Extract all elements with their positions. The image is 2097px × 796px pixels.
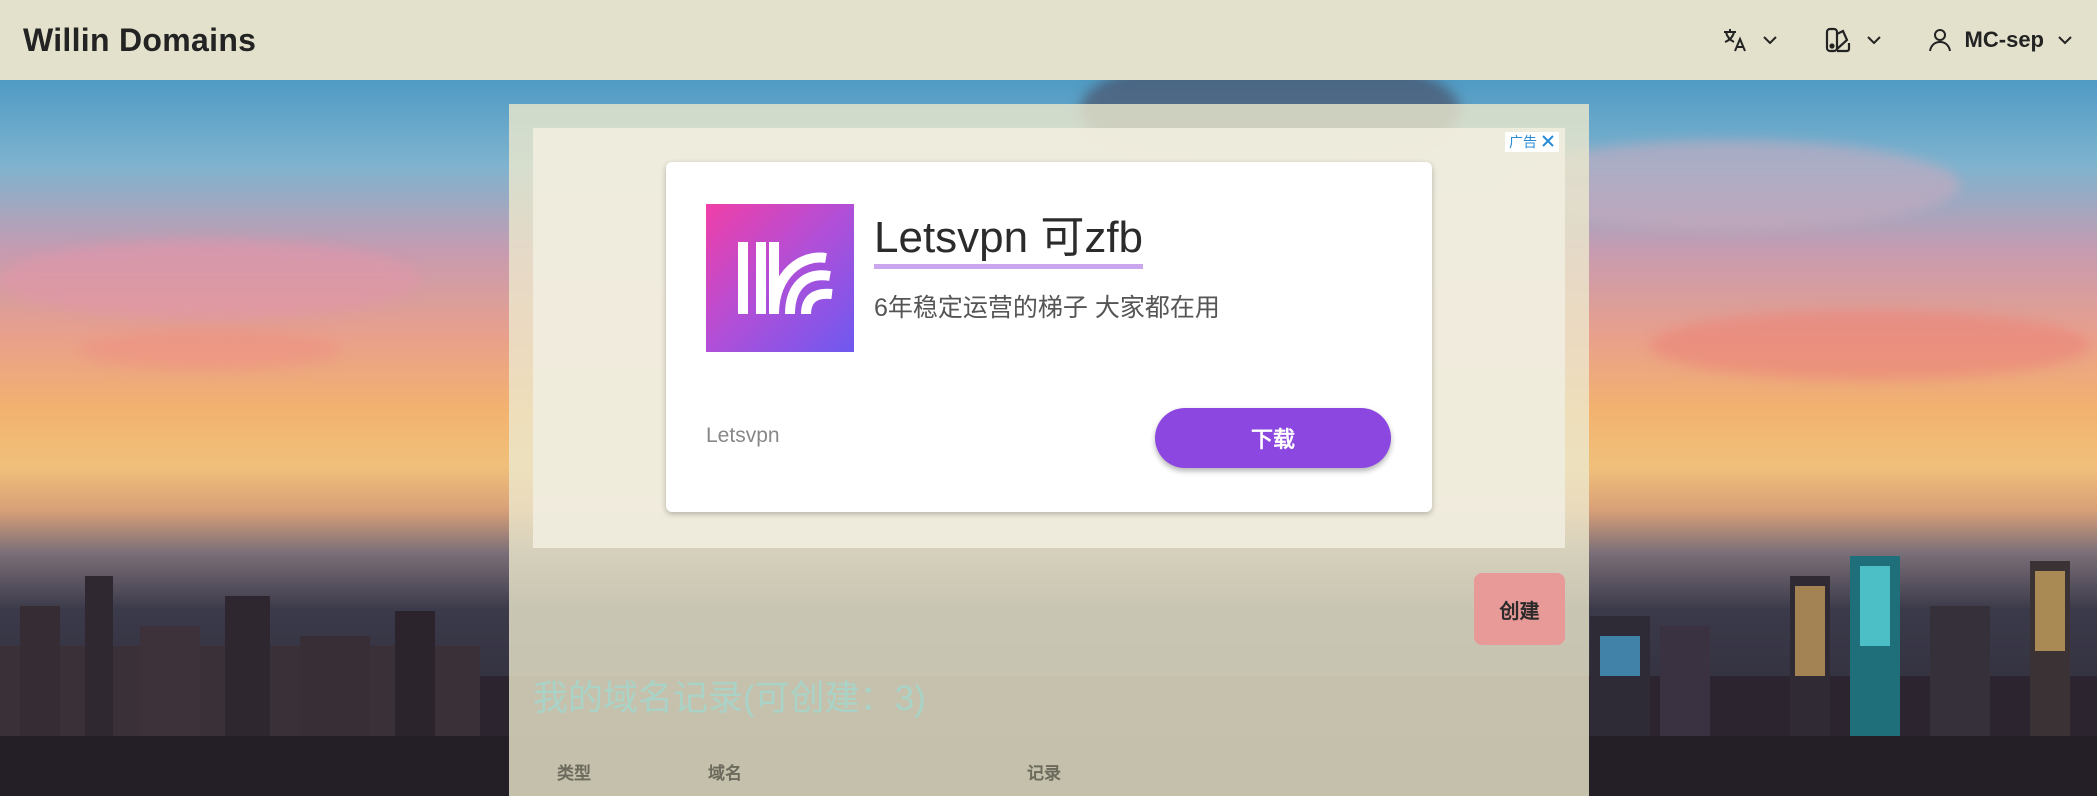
- user-menu-button[interactable]: MC-sep: [1927, 27, 2074, 53]
- site-brand[interactable]: Willin Domains: [23, 22, 256, 59]
- user-icon: [1927, 27, 1953, 53]
- letsvpn-logo-icon: [706, 204, 854, 352]
- language-menu-button[interactable]: [1721, 26, 1779, 54]
- ad-label: 广告: [1509, 134, 1537, 150]
- ad-container: 广告 Letsvpn 可zfb 6年稳定运营的梯子 大家都在用 Letsvpn …: [533, 128, 1565, 548]
- ad-card[interactable]: Letsvpn 可zfb 6年稳定运营的梯子 大家都在用 Letsvpn 下载: [666, 162, 1432, 512]
- close-icon[interactable]: [1541, 134, 1555, 151]
- column-header-record: 记录: [1027, 764, 1061, 783]
- theme-menu-button[interactable]: [1823, 25, 1883, 55]
- username: MC-sep: [1964, 27, 2044, 52]
- column-header-type: 类型: [557, 764, 591, 783]
- ad-title[interactable]: Letsvpn 可zfb: [874, 212, 1144, 269]
- ad-advertiser: Letsvpn: [706, 424, 780, 447]
- chevron-down-icon: [1761, 31, 1779, 49]
- ad-download-button[interactable]: 下载: [1155, 408, 1391, 468]
- ad-badge[interactable]: 广告: [1505, 132, 1559, 152]
- header-actions: MC-sep: [1721, 25, 2074, 55]
- ad-description: 6年稳定运营的梯子 大家都在用: [874, 294, 1220, 322]
- column-header-domain: 域名: [708, 764, 742, 783]
- chevron-down-icon: [1865, 31, 1883, 49]
- create-button[interactable]: 创建: [1474, 573, 1565, 645]
- palette-icon: [1823, 25, 1853, 55]
- main-panel: 广告 Letsvpn 可zfb 6年稳定运营的梯子 大家都在用 Letsvpn …: [509, 104, 1589, 796]
- top-navbar: Willin Domains MC-sep: [0, 0, 2097, 80]
- translate-icon: [1721, 26, 1749, 54]
- section-title: 我的域名记录(可创建：3): [533, 679, 926, 718]
- chevron-down-icon: [2056, 31, 2074, 49]
